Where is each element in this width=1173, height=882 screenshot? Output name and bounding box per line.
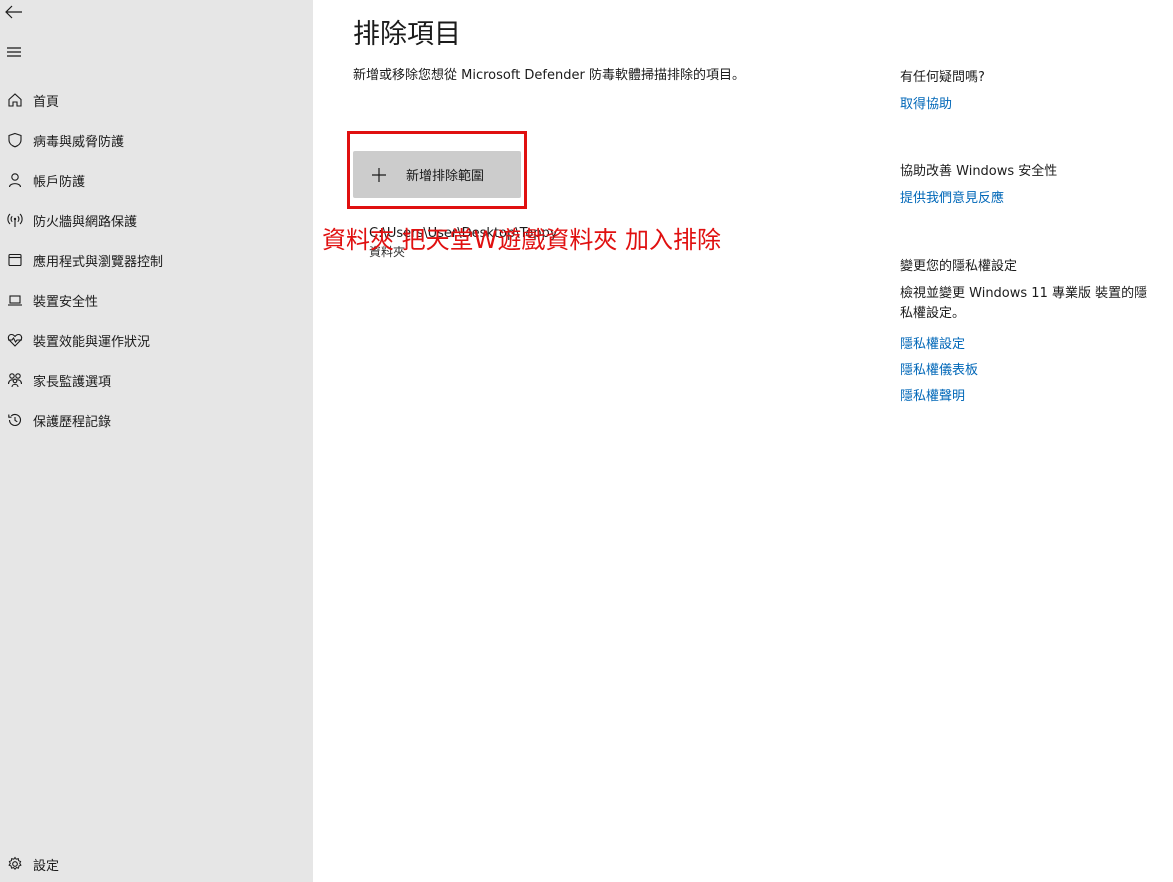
page-description: 新增或移除您想從 Microsoft Defender 防毒軟體掃描排除的項目。 bbox=[353, 68, 745, 83]
sidebar-item-label: 裝置安全性 bbox=[33, 294, 99, 310]
sidebar-item-account-protection[interactable]: 帳戶防護 bbox=[0, 160, 313, 200]
shield-icon bbox=[2, 130, 28, 150]
privacy-settings-link[interactable]: 隱私權設定 bbox=[900, 333, 965, 352]
windows-security-exclusions-page: 首頁 病毒與威脅防護 帳戶防護 防火牆與網路保護 應用程式與瀏覽器控制 裝置安全… bbox=[0, 0, 1173, 882]
antenna-icon bbox=[2, 210, 28, 230]
sidebar-item-settings[interactable]: 設定 bbox=[0, 844, 313, 882]
sidebar-item-firewall[interactable]: 防火牆與網路保護 bbox=[0, 200, 313, 240]
red-annotation-text: 資料夾 把天堂W遊戲資料夾 加入排除 bbox=[322, 226, 721, 254]
family-icon bbox=[2, 370, 28, 390]
gear-icon bbox=[2, 854, 28, 874]
sidebar-item-app-browser-control[interactable]: 應用程式與瀏覽器控制 bbox=[0, 240, 313, 280]
laptop-icon bbox=[2, 290, 28, 310]
hamburger-menu-button[interactable] bbox=[2, 40, 26, 64]
page-title: 排除項目 bbox=[353, 19, 461, 50]
history-icon bbox=[2, 410, 28, 430]
hamburger-icon bbox=[7, 47, 21, 57]
improve-heading: 協助改善 Windows 安全性 bbox=[900, 164, 1058, 179]
sidebar-nav: 首頁 病毒與威脅防護 帳戶防護 防火牆與網路保護 應用程式與瀏覽器控制 裝置安全… bbox=[0, 80, 313, 440]
sidebar-item-device-security[interactable]: 裝置安全性 bbox=[0, 280, 313, 320]
sidebar-item-label: 帳戶防護 bbox=[33, 174, 86, 190]
sidebar-item-home[interactable]: 首頁 bbox=[0, 80, 313, 120]
privacy-heading: 變更您的隱私權設定 bbox=[900, 259, 1018, 274]
home-icon bbox=[2, 90, 28, 110]
person-icon bbox=[2, 170, 28, 190]
back-button[interactable] bbox=[2, 0, 26, 24]
sidebar-item-label: 裝置效能與運作狀況 bbox=[33, 334, 151, 350]
heart-pulse-icon bbox=[2, 330, 28, 350]
privacy-description: 檢視並變更 Windows 11 專業版 裝置的隱私權設定。 bbox=[900, 286, 1148, 321]
sidebar-item-protection-history[interactable]: 保護歷程記錄 bbox=[0, 400, 313, 440]
sidebar-item-family-options[interactable]: 家長監護選項 bbox=[0, 360, 313, 400]
sidebar-item-label: 保護歷程記錄 bbox=[33, 414, 112, 430]
privacy-statement-link[interactable]: 隱私權聲明 bbox=[900, 385, 965, 404]
sidebar-item-label: 首頁 bbox=[33, 94, 60, 110]
sidebar-item-label: 應用程式與瀏覽器控制 bbox=[33, 254, 164, 270]
red-highlight-box bbox=[347, 131, 527, 209]
sidebar-item-label: 家長監護選項 bbox=[33, 374, 112, 390]
sidebar-item-virus-protection[interactable]: 病毒與威脅防護 bbox=[0, 120, 313, 160]
get-help-link[interactable]: 取得協助 bbox=[900, 93, 952, 112]
privacy-dashboard-link[interactable]: 隱私權儀表板 bbox=[900, 359, 978, 378]
sidebar-item-label: 防火牆與網路保護 bbox=[33, 214, 138, 230]
sidebar-item-device-performance[interactable]: 裝置效能與運作狀況 bbox=[0, 320, 313, 360]
sidebar: 首頁 病毒與威脅防護 帳戶防護 防火牆與網路保護 應用程式與瀏覽器控制 裝置安全… bbox=[0, 0, 313, 882]
help-heading: 有任何疑問嗎? bbox=[900, 70, 985, 85]
back-arrow-icon bbox=[5, 5, 22, 19]
settings-label: 設定 bbox=[33, 858, 60, 874]
feedback-link[interactable]: 提供我們意見反應 bbox=[900, 187, 1004, 206]
sidebar-item-label: 病毒與威脅防護 bbox=[33, 134, 125, 150]
app-window-icon bbox=[2, 250, 28, 270]
